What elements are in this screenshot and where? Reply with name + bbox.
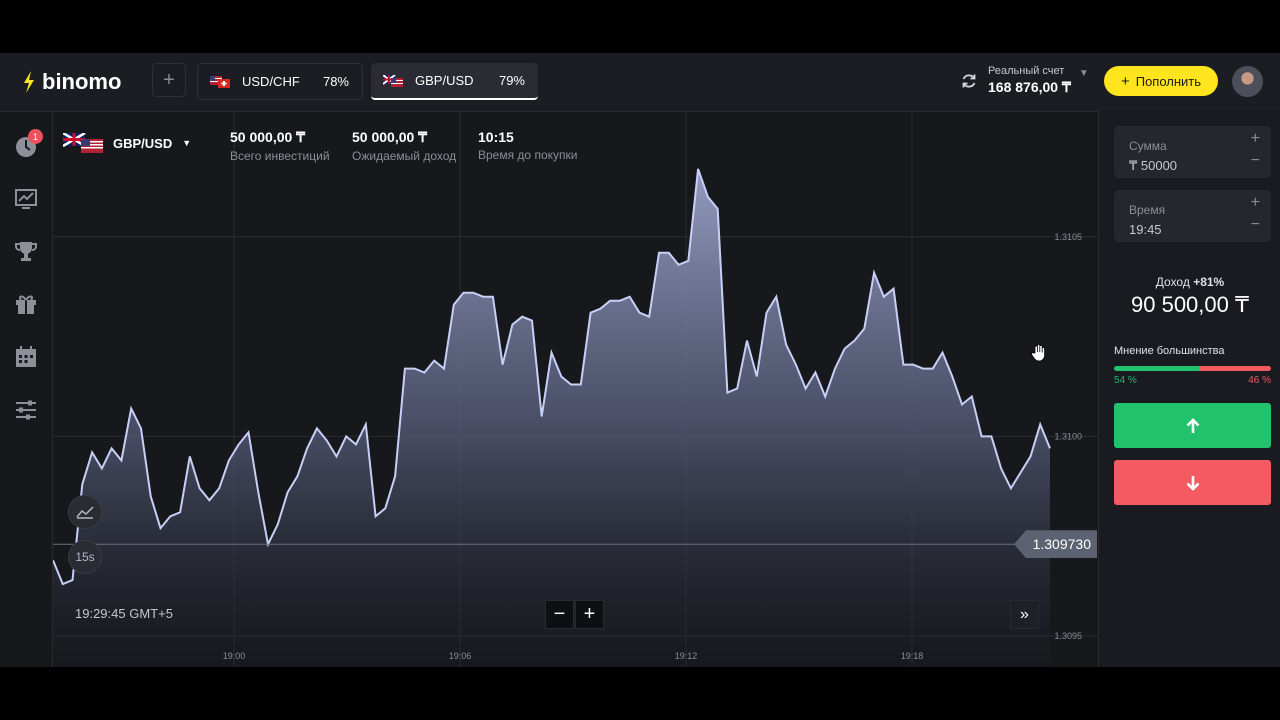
stat-value: 50 000,00 ₸ (352, 129, 428, 145)
tab-name: GBP/USD (415, 73, 474, 88)
timeframe-button[interactable]: 15s (68, 540, 102, 574)
chevron-down-icon: ▼ (182, 138, 192, 148)
time-decrease-button[interactable]: − (1251, 216, 1260, 234)
chevron-down-icon[interactable]: ▼ (1079, 68, 1089, 79)
deposit-button[interactable]: + Пополнить (1104, 66, 1218, 96)
stat-value: 50 000,00 ₸ (230, 129, 306, 145)
tab-payout: 78% (322, 74, 349, 89)
sidebar: 1 (0, 111, 53, 667)
tab-payout: 79% (498, 73, 525, 88)
settings-sliders-icon[interactable] (14, 398, 38, 422)
buy-up-button[interactable] (1114, 403, 1271, 448)
trophy-icon[interactable] (14, 239, 38, 263)
area-chart-icon (76, 506, 94, 519)
tab-name: USD/CHF (242, 74, 300, 89)
asset-selector[interactable]: GBP/USD ▼ (63, 133, 191, 153)
income-value: 90 500,00 ₸ (1131, 292, 1249, 317)
opinion-up-percent: 54 % (1114, 375, 1137, 386)
price-area-fill (53, 168, 1050, 667)
trading-app: binomo + USD/CHF 78% GBP/USD 79% Реальны… (0, 53, 1280, 667)
x-tick-label: 19:18 (901, 651, 924, 661)
stat-value: 10:15 (478, 129, 514, 145)
avatar[interactable] (1232, 66, 1263, 97)
asset-name: GBP/USD (113, 135, 173, 151)
chart-type-button[interactable] (68, 495, 102, 529)
scroll-to-end-button[interactable]: » (1010, 600, 1039, 629)
account-selector[interactable]: Реальный счет 168 876,00 ₸ ▼ (960, 65, 1089, 96)
notification-badge: 1 (28, 129, 43, 144)
time-field[interactable]: Время 19:45 + − (1114, 190, 1271, 242)
deposit-label: Пополнить (1135, 73, 1202, 89)
add-asset-tab-button[interactable]: + (152, 63, 186, 97)
asset-tab-gbpusd[interactable]: GBP/USD 79% (371, 63, 538, 100)
account-balance: 168 876,00 ₸ (988, 79, 1071, 95)
uk-us-flag-icon (63, 133, 103, 153)
account-type-label: Реальный счет (988, 65, 1065, 77)
time-value[interactable]: 19:45 (1129, 222, 1162, 237)
x-tick-label: 19:06 (449, 651, 472, 661)
trade-panel: Сумма ₸ 50000 + − Время 19:45 + − Доход … (1098, 111, 1280, 667)
zoom-in-button[interactable]: + (575, 600, 604, 629)
opinion-down-percent: 46 % (1248, 375, 1271, 386)
stat-time-to-purchase: 10:15 Время до покупки (478, 129, 577, 162)
stat-expected-income: 50 000,00 ₸ Ожидаемый доход (352, 129, 456, 163)
income-percent: +81% (1193, 275, 1225, 289)
price-chart[interactable]: 1.3105 1.3100 1.3095 19:00 19:06 19:12 19:18 (53, 111, 1097, 667)
chart-area[interactable]: 1.3105 1.3100 1.3095 19:00 19:06 19:12 19:18 G… (53, 111, 1097, 667)
gift-icon[interactable] (14, 292, 38, 316)
stat-label: Время до покупки (478, 148, 578, 162)
top-bar: binomo + USD/CHF 78% GBP/USD 79% Реальны… (0, 53, 1280, 112)
plus-icon: + (1120, 72, 1130, 90)
logo[interactable]: binomo (22, 69, 121, 95)
amount-value[interactable]: ₸ 50000 (1129, 158, 1177, 174)
amount-field[interactable]: Сумма ₸ 50000 + − (1114, 126, 1271, 178)
stat-total-investment: 50 000,00 ₸ Всего инвестиций (230, 129, 330, 163)
amount-decrease-button[interactable]: − (1251, 152, 1260, 170)
arrow-up-icon (1186, 417, 1199, 433)
trading-chart-icon[interactable] (14, 187, 38, 211)
logo-text: binomo (42, 69, 122, 94)
refresh-icon[interactable] (960, 72, 978, 90)
buy-down-button[interactable] (1114, 460, 1271, 505)
income-label: Доход (1155, 275, 1190, 289)
current-price-label: 1.309730 (1014, 530, 1097, 559)
income-label-row: Доход +81% (1099, 275, 1280, 289)
y-tick-label: 1.3105 (1054, 232, 1082, 242)
stat-label: Всего инвестиций (230, 149, 330, 163)
y-tick-label: 1.3095 (1054, 631, 1082, 641)
zoom-out-button[interactable]: − (545, 600, 574, 629)
amount-increase-button[interactable]: + (1251, 130, 1260, 148)
logo-bolt-icon (24, 71, 34, 93)
x-tick-label: 19:00 (223, 651, 246, 661)
asset-tab-usdchf[interactable]: USD/CHF 78% (197, 63, 363, 100)
calendar-icon[interactable] (14, 345, 38, 369)
amount-label: Сумма (1129, 139, 1167, 153)
stat-label: Ожидаемый доход (352, 149, 457, 163)
uk-us-flag-icon (382, 73, 403, 87)
x-tick-label: 19:12 (675, 651, 698, 661)
time-label: Время (1129, 203, 1166, 217)
hand-cursor-icon (1031, 343, 1045, 362)
current-time: 19:29:45 GMT+5 (75, 606, 173, 621)
majority-opinion-bar (1114, 366, 1271, 371)
us-ch-flag-icon (210, 75, 230, 88)
time-increase-button[interactable]: + (1251, 194, 1260, 212)
y-tick-label: 1.3100 (1054, 431, 1082, 441)
arrow-down-icon (1186, 475, 1199, 491)
majority-opinion-label: Мнение большинства (1114, 345, 1225, 357)
